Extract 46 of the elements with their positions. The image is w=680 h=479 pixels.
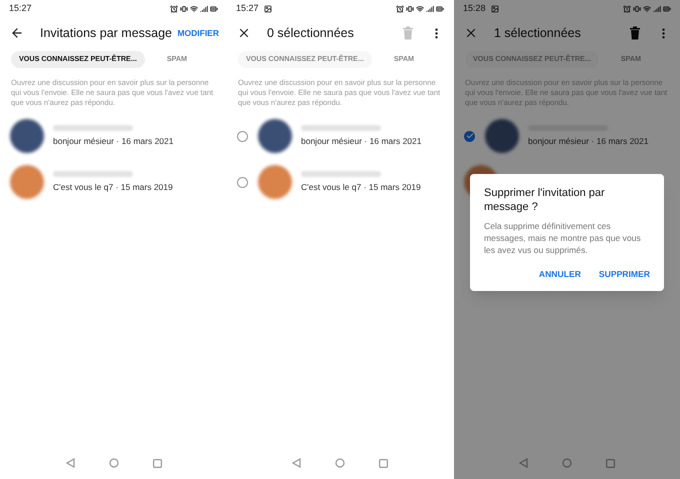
- status-time: 15:27: [236, 2, 259, 16]
- battery-icon: [436, 5, 444, 13]
- wifi-icon: [416, 5, 424, 13]
- home-nav-icon[interactable]: [108, 458, 118, 468]
- dialog-button[interactable]: ANNULER: [538, 268, 581, 281]
- recents-nav-icon[interactable]: [152, 458, 162, 468]
- message-preview: bonjour mésieur · 16 mars 2021: [528, 134, 648, 148]
- signal-icon: [200, 5, 208, 13]
- back-icon[interactable]: [10, 26, 24, 40]
- checked-radio[interactable]: [464, 130, 475, 142]
- home-nav-icon[interactable]: [335, 458, 345, 468]
- back-nav-icon[interactable]: [292, 458, 301, 468]
- message-preview: C'est vous le q7 · 15 mars 2019: [53, 180, 173, 194]
- battery-icon: [210, 5, 218, 13]
- alarm-icon: [170, 5, 178, 13]
- screen-title: Invitations par message: [40, 24, 172, 42]
- vibrate-icon: [406, 5, 414, 13]
- dialog-message: Cela supprime définitivement ces messages, mais ne montre pas que vous les avez vus ou supprimés.: [484, 220, 642, 256]
- back-nav-icon[interactable]: [519, 458, 528, 468]
- recents-nav-icon[interactable]: [379, 458, 388, 468]
- status-time: 15:28: [463, 2, 486, 16]
- signal-icon: [653, 5, 661, 13]
- close-icon[interactable]: [237, 26, 251, 40]
- message-preview: C'est vous le q7 · 15 mars 2019: [301, 180, 421, 194]
- radio-button[interactable]: [237, 130, 248, 142]
- status-time: 15:27: [9, 2, 32, 16]
- alarm-icon: [396, 5, 404, 13]
- trash-icon[interactable]: [629, 26, 641, 40]
- vibrate-icon: [633, 5, 641, 13]
- message-preview: bonjour mésieur · 16 mars 2021: [301, 134, 422, 148]
- radio-button[interactable]: [237, 176, 248, 188]
- screen-title: 0 sélectionnées: [267, 24, 354, 42]
- alarm-icon: [623, 5, 631, 13]
- vibrate-icon: [180, 5, 188, 13]
- dialog-title: Supprimer l'invitation par message ?: [484, 186, 606, 214]
- battery-icon: [663, 5, 671, 13]
- wifi-icon: [643, 5, 651, 13]
- recents-nav-icon[interactable]: [606, 458, 615, 468]
- edit-link[interactable]: MODIFIER: [177, 26, 219, 40]
- wifi-icon: [190, 5, 198, 13]
- home-nav-icon[interactable]: [562, 458, 572, 468]
- back-nav-icon[interactable]: [66, 458, 74, 468]
- message-preview: bonjour mésieur · 16 mars 2021: [53, 134, 174, 148]
- screen-title: 1 sélectionnées: [494, 24, 581, 42]
- signal-icon: [426, 5, 434, 13]
- dialog-button[interactable]: SUPPRIMER: [598, 268, 650, 281]
